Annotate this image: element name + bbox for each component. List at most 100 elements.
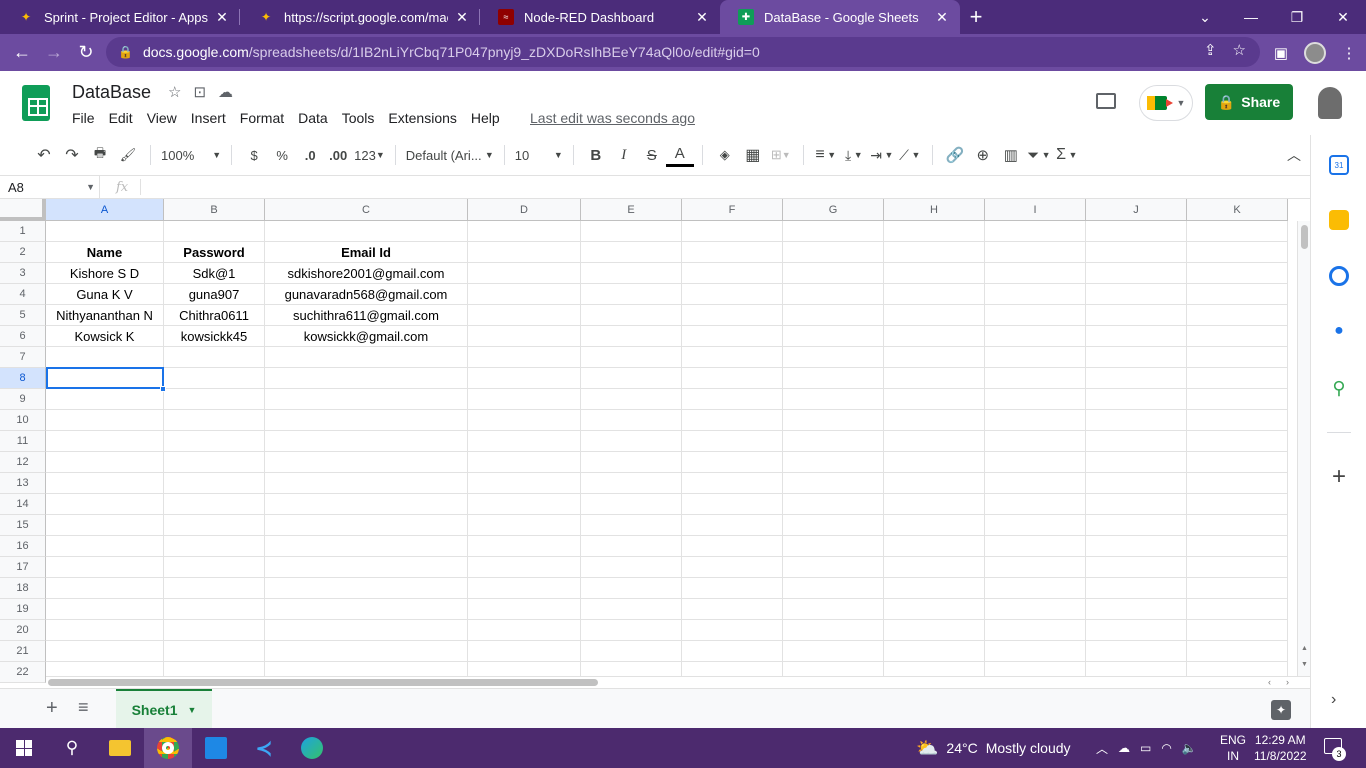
close-window-button[interactable]: ✕ (1320, 0, 1366, 34)
grid-cell[interactable] (682, 599, 783, 620)
grid-cell[interactable] (682, 557, 783, 578)
grid-cell[interactable] (468, 389, 581, 410)
table-cell[interactable]: Nithyananthan N (46, 305, 164, 326)
grid-cell[interactable] (985, 536, 1086, 557)
grid-cell[interactable] (682, 620, 783, 641)
strikethrough-icon[interactable]: S (638, 141, 666, 169)
grid-cell[interactable] (1187, 368, 1288, 389)
paint-format-icon[interactable]: 🖌 (114, 141, 142, 169)
font-size-select[interactable]: 10 ▼ (513, 141, 565, 169)
search-icon[interactable]: ⚲ (48, 728, 96, 768)
file-explorer-icon[interactable] (96, 728, 144, 768)
grid-cell[interactable] (783, 410, 884, 431)
grid-cell[interactable] (884, 431, 985, 452)
grid-cell[interactable] (884, 284, 985, 305)
sheet-tab[interactable]: Sheet1 ▼ (116, 689, 212, 729)
chevron-right-icon[interactable]: › (1331, 691, 1336, 709)
table-cell[interactable]: Kowsick K (46, 326, 164, 347)
grid-cell[interactable] (265, 599, 468, 620)
grid-cell[interactable] (581, 536, 682, 557)
last-edit-link[interactable]: Last edit was seconds ago (530, 110, 695, 126)
grid-cell[interactable] (1187, 536, 1288, 557)
grid-cell[interactable] (265, 578, 468, 599)
grid-cell[interactable] (985, 494, 1086, 515)
grid-cell[interactable] (783, 452, 884, 473)
share-button[interactable]: 🔒 Share (1205, 84, 1293, 120)
grid-cell[interactable] (985, 284, 1086, 305)
percent-format-button[interactable]: % (268, 141, 296, 169)
grid-cell[interactable] (985, 410, 1086, 431)
grid-cell[interactable] (783, 578, 884, 599)
row-header-1[interactable]: 1 (0, 221, 46, 242)
explore-icon[interactable]: ✦ (1271, 700, 1291, 720)
grid-cell[interactable] (1086, 389, 1187, 410)
text-rotation-icon[interactable]: ⟋ ▼ (896, 141, 924, 169)
horizontal-align-icon[interactable]: ≡ ▼ (812, 141, 840, 169)
table-cell[interactable]: gunavaradn568@gmail.com (265, 284, 468, 305)
grid-cell[interactable] (468, 284, 581, 305)
borders-icon[interactable]: ▦ (739, 141, 767, 169)
grid-cell[interactable] (1187, 263, 1288, 284)
grid-cell[interactable] (682, 578, 783, 599)
grid-cell[interactable] (985, 263, 1086, 284)
grid-cell[interactable] (164, 431, 265, 452)
bookmark-star-icon[interactable]: ☆ (1233, 41, 1246, 59)
grid-cell[interactable] (46, 431, 164, 452)
grid-cell[interactable] (1187, 221, 1288, 242)
grid-cell[interactable] (265, 368, 468, 389)
fill-handle[interactable] (160, 386, 166, 392)
grid-cell[interactable] (164, 620, 265, 641)
grid-cell[interactable] (265, 389, 468, 410)
grid-cell[interactable] (1187, 641, 1288, 662)
column-header-d[interactable]: D (468, 199, 581, 221)
grid-cell[interactable] (783, 557, 884, 578)
column-header-i[interactable]: I (985, 199, 1086, 221)
currency-format-button[interactable]: $ (240, 141, 268, 169)
grid-cell[interactable] (985, 578, 1086, 599)
meet-button[interactable]: ▼ (1139, 85, 1193, 121)
grid-cell[interactable] (46, 578, 164, 599)
name-box[interactable]: A8 ▼ (0, 176, 100, 198)
new-tab-button[interactable]: + (960, 0, 992, 34)
comment-history-icon[interactable] (1096, 93, 1116, 109)
grid-cell[interactable] (581, 368, 682, 389)
fill-color-icon[interactable]: ◈ (711, 141, 739, 169)
close-icon[interactable]: ✕ (934, 9, 950, 26)
grid-cell[interactable] (985, 389, 1086, 410)
grid-cell[interactable] (1187, 452, 1288, 473)
vscode-icon[interactable]: ≺ (240, 728, 288, 768)
grid-cell[interactable] (164, 389, 265, 410)
grid-cell[interactable] (1086, 620, 1187, 641)
grid-cell[interactable] (164, 578, 265, 599)
grid-cell[interactable] (468, 368, 581, 389)
back-icon[interactable]: ← (6, 37, 38, 69)
row-header-8[interactable]: 8 (0, 368, 46, 389)
browser-tab-node-red[interactable]: ≈ Node-RED Dashboard ✕ (480, 0, 720, 34)
grid-cell[interactable] (265, 515, 468, 536)
column-header-k[interactable]: K (1187, 199, 1288, 221)
grid-cell[interactable] (985, 221, 1086, 242)
grid-cell[interactable] (884, 389, 985, 410)
grid-cell[interactable] (265, 431, 468, 452)
grid-cell[interactable] (581, 620, 682, 641)
grid-cell[interactable] (265, 221, 468, 242)
grid-cell[interactable] (1187, 242, 1288, 263)
table-cell[interactable]: Chithra0611 (164, 305, 265, 326)
volume-icon[interactable]: 🔈 (1182, 741, 1197, 755)
close-icon[interactable]: ✕ (214, 9, 230, 26)
move-folder-icon[interactable]: ⊡ (193, 83, 206, 101)
grid-cell[interactable] (884, 221, 985, 242)
grid-cell[interactable] (46, 473, 164, 494)
chevron-up-icon[interactable]: ︿ (1096, 740, 1108, 757)
grid-cell[interactable] (884, 347, 985, 368)
grid-cell[interactable] (265, 494, 468, 515)
column-header-h[interactable]: H (884, 199, 985, 221)
redo-icon[interactable]: ↷ (58, 141, 86, 169)
grid-cell[interactable] (468, 641, 581, 662)
star-icon[interactable]: ☆ (168, 83, 181, 101)
grid-cell[interactable] (1187, 347, 1288, 368)
grid-cell[interactable] (468, 326, 581, 347)
grid-cell[interactable] (1086, 284, 1187, 305)
grid-cell[interactable] (1086, 410, 1187, 431)
horizontal-scrollbar[interactable]: ‹ › (46, 676, 1310, 688)
